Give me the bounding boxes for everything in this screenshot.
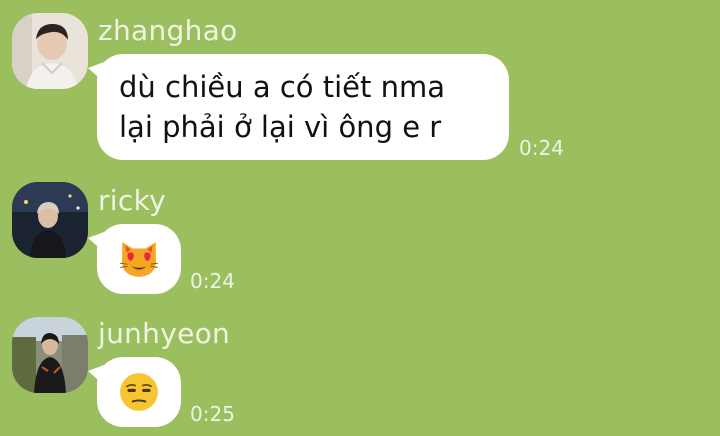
avatar[interactable] (12, 13, 88, 89)
message-text-line: lại phải ở lại vì ông e r (119, 110, 442, 144)
unamused-face-emoji-icon (120, 373, 158, 411)
avatar[interactable] (12, 182, 88, 258)
message-time: 0:25 (190, 402, 235, 426)
avatar[interactable] (12, 317, 88, 393)
message-time: 0:24 (519, 136, 564, 160)
smiling-cat-with-heart-eyes-emoji-icon (120, 242, 158, 277)
sender-name: zhanghao (98, 14, 238, 47)
message-time: 0:24 (190, 269, 235, 293)
message-row: ricky 0:24 (0, 170, 720, 303)
person-avatar-icon (12, 182, 88, 258)
message-text-line: dù chiều a có tiết nma (119, 70, 445, 104)
bubble-tail (88, 232, 104, 252)
message-bubble[interactable] (88, 357, 181, 427)
sender-name: junhyeon (98, 317, 231, 350)
message-text: dù chiều a có tiết nma lại phải ở lại vì… (119, 67, 445, 147)
person-avatar-icon (12, 317, 88, 393)
bubble-tail (88, 365, 104, 385)
bubble-tail (88, 62, 104, 82)
message-bubble[interactable]: dù chiều a có tiết nma lại phải ở lại vì… (88, 54, 509, 160)
sender-name: ricky (98, 184, 166, 217)
message-row: zhanghao dù chiều a có tiết nma lại phải… (0, 0, 720, 170)
message-bubble[interactable] (88, 224, 181, 294)
person-avatar-icon (12, 13, 88, 89)
message-row: junhyeon 0:25 (0, 303, 720, 436)
